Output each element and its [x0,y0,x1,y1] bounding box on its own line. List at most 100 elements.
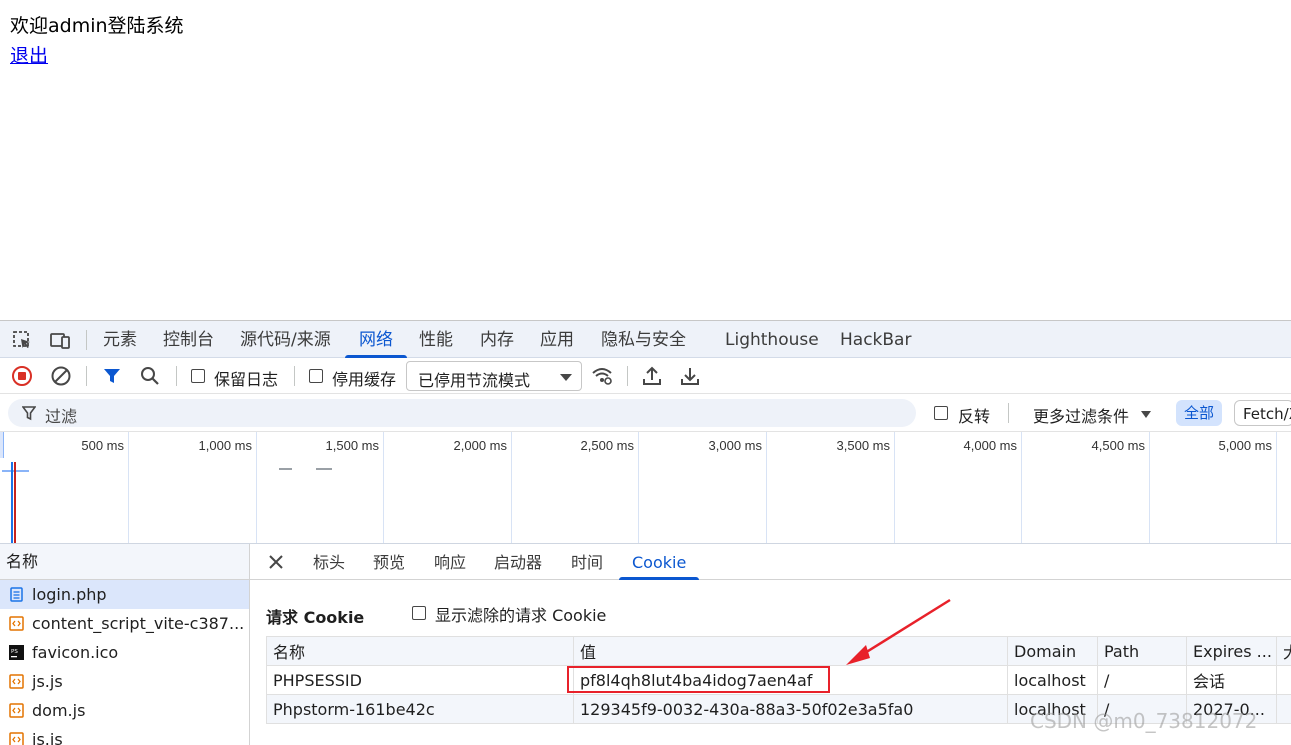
column-size[interactable]: 大 [1276,636,1291,666]
list-item[interactable]: is.is [0,725,249,745]
request-name: js.js [32,672,63,691]
page-content: 欢迎admin登陆系统 退出 [0,0,1291,320]
toolbar-divider [176,366,177,386]
script-icon [9,674,24,689]
tab-timing[interactable]: 时间 [571,544,603,580]
filter-input[interactable]: 过滤 [8,399,916,427]
tab-network[interactable]: 网络 [345,321,407,358]
column-name[interactable]: 名称 [266,636,574,666]
filter-placeholder: 过滤 [45,407,78,426]
search-icon[interactable] [139,365,161,387]
disable-cache-checkbox[interactable] [309,369,323,383]
show-filtered-cookies-label: 显示滤除的请求 Cookie [435,606,607,625]
chevron-down-icon [1141,411,1151,418]
column-expires[interactable]: Expires ... [1186,636,1277,666]
invert-checkbox[interactable] [934,406,948,420]
tab-preview[interactable]: 预览 [373,544,405,580]
tab-elements[interactable]: 元素 [103,321,137,358]
request-name: content_script_vite-c387... [32,614,245,633]
cookie-domain: localhost [1007,665,1098,695]
list-item[interactable]: content_script_vite-c387... [0,609,249,638]
device-toolbar-icon[interactable] [49,329,71,351]
devtools-tabbar: 元素 控制台 源代码/来源 网络 性能 内存 应用 隐私与安全 Lighthou… [0,321,1291,358]
timeline-handle[interactable] [0,432,4,458]
export-har-icon[interactable] [679,365,701,387]
tab-privacy-security[interactable]: 隐私与安全 [601,321,686,358]
timeline-tick-label: 4,000 ms [963,438,1017,453]
network-conditions-icon[interactable] [591,365,613,387]
clear-icon[interactable] [50,365,72,387]
logout-link[interactable]: 退出 [10,41,48,68]
tab-performance[interactable]: 性能 [419,321,453,358]
preserve-log-checkbox[interactable] [191,369,205,383]
cookie-value: 129345f9-0032-430a-88a3-50f02e3a5fa0 [573,694,1008,724]
welcome-text: 欢迎admin登陆系统 [10,15,184,37]
document-icon [10,587,23,602]
load-event-line [14,462,16,543]
toolbar-divider [627,366,628,386]
timeline-gridline [766,432,767,543]
show-filtered-cookies-checkbox[interactable] [412,606,426,620]
import-har-icon[interactable] [641,365,663,387]
list-item[interactable]: dom.js [0,696,249,725]
script-icon [9,732,24,745]
toolbar-divider [86,366,87,386]
list-item[interactable]: login.php [0,580,249,609]
script-icon [9,616,24,631]
timeline-tick-label: 2,500 ms [580,438,634,453]
tab-lighthouse[interactable]: Lighthouse [725,321,819,358]
cookie-size [1276,665,1291,695]
cookie-name: Phpstorm-161be42c [266,694,574,724]
tab-application[interactable]: 应用 [540,321,574,358]
detail-tabbar: 标头 预览 响应 启动器 时间 Cookie [250,544,1291,580]
tab-response[interactable]: 响应 [434,544,466,580]
inspect-element-icon[interactable] [11,329,33,351]
tab-sources[interactable]: 源代码/来源 [240,321,331,358]
tab-hackbar[interactable]: HackBar [840,321,911,358]
tab-memory[interactable]: 内存 [480,321,514,358]
request-bar [316,468,332,470]
phpstorm-icon: PS [9,645,24,660]
timeline-tick-label: 2,000 ms [453,438,507,453]
stop-recording-icon[interactable] [11,365,33,387]
request-list: 名称 login.php content_script_vite-c387... P… [0,544,250,745]
request-name: dom.js [32,701,86,720]
column-path[interactable]: Path [1097,636,1187,666]
disable-cache-label: 停用缓存 [332,370,397,389]
timeline-gridline [256,432,257,543]
tab-headers[interactable]: 标头 [313,544,345,580]
preserve-log-label: 保留日志 [214,370,279,389]
filter-divider [1008,403,1009,423]
throttling-value: 已停用节流模式 [418,371,531,390]
list-item[interactable]: PS favicon.ico [0,638,249,667]
dom-content-loaded-line [11,462,13,543]
column-domain[interactable]: Domain [1007,636,1098,666]
timeline-tick-label: 1,000 ms [198,438,252,453]
timeline-gridline [894,432,895,543]
timeline-tick-label: 1,500 ms [325,438,379,453]
script-icon [9,703,24,718]
tab-initiator[interactable]: 启动器 [494,544,542,580]
tabbar-divider [86,330,87,350]
cookie-name: PHPSESSID [266,665,574,695]
tab-console[interactable]: 控制台 [163,321,214,358]
filter-icon[interactable] [101,365,123,387]
chevron-down-icon [560,374,572,381]
cookie-path: / [1097,665,1187,695]
filter-all-button[interactable]: 全部 [1176,400,1223,426]
list-item[interactable]: js.js [0,667,249,696]
timeline-tick-label: 4,500 ms [1091,438,1145,453]
throttling-select[interactable]: 已停用节流模式 [406,361,582,391]
watermark: CSDN @m0_73812072 [1030,709,1258,733]
cookie-size [1276,694,1291,724]
filter-fetch-button[interactable]: Fetch/X [1234,400,1291,426]
request-name: favicon.ico [32,643,119,662]
request-bar [279,468,292,470]
tab-cookies[interactable]: Cookie [618,544,700,580]
close-icon[interactable] [268,554,284,570]
timeline-tick-label: 3,000 ms [708,438,762,453]
more-filters-dropdown[interactable]: 更多过滤条件 [1033,403,1129,427]
request-list-header[interactable]: 名称 [0,544,249,580]
funnel-icon [22,406,36,421]
timeline-overview[interactable]: 500 ms 1,000 ms 1,500 ms 2,000 ms 2,500 ms 3,… [0,432,1291,544]
